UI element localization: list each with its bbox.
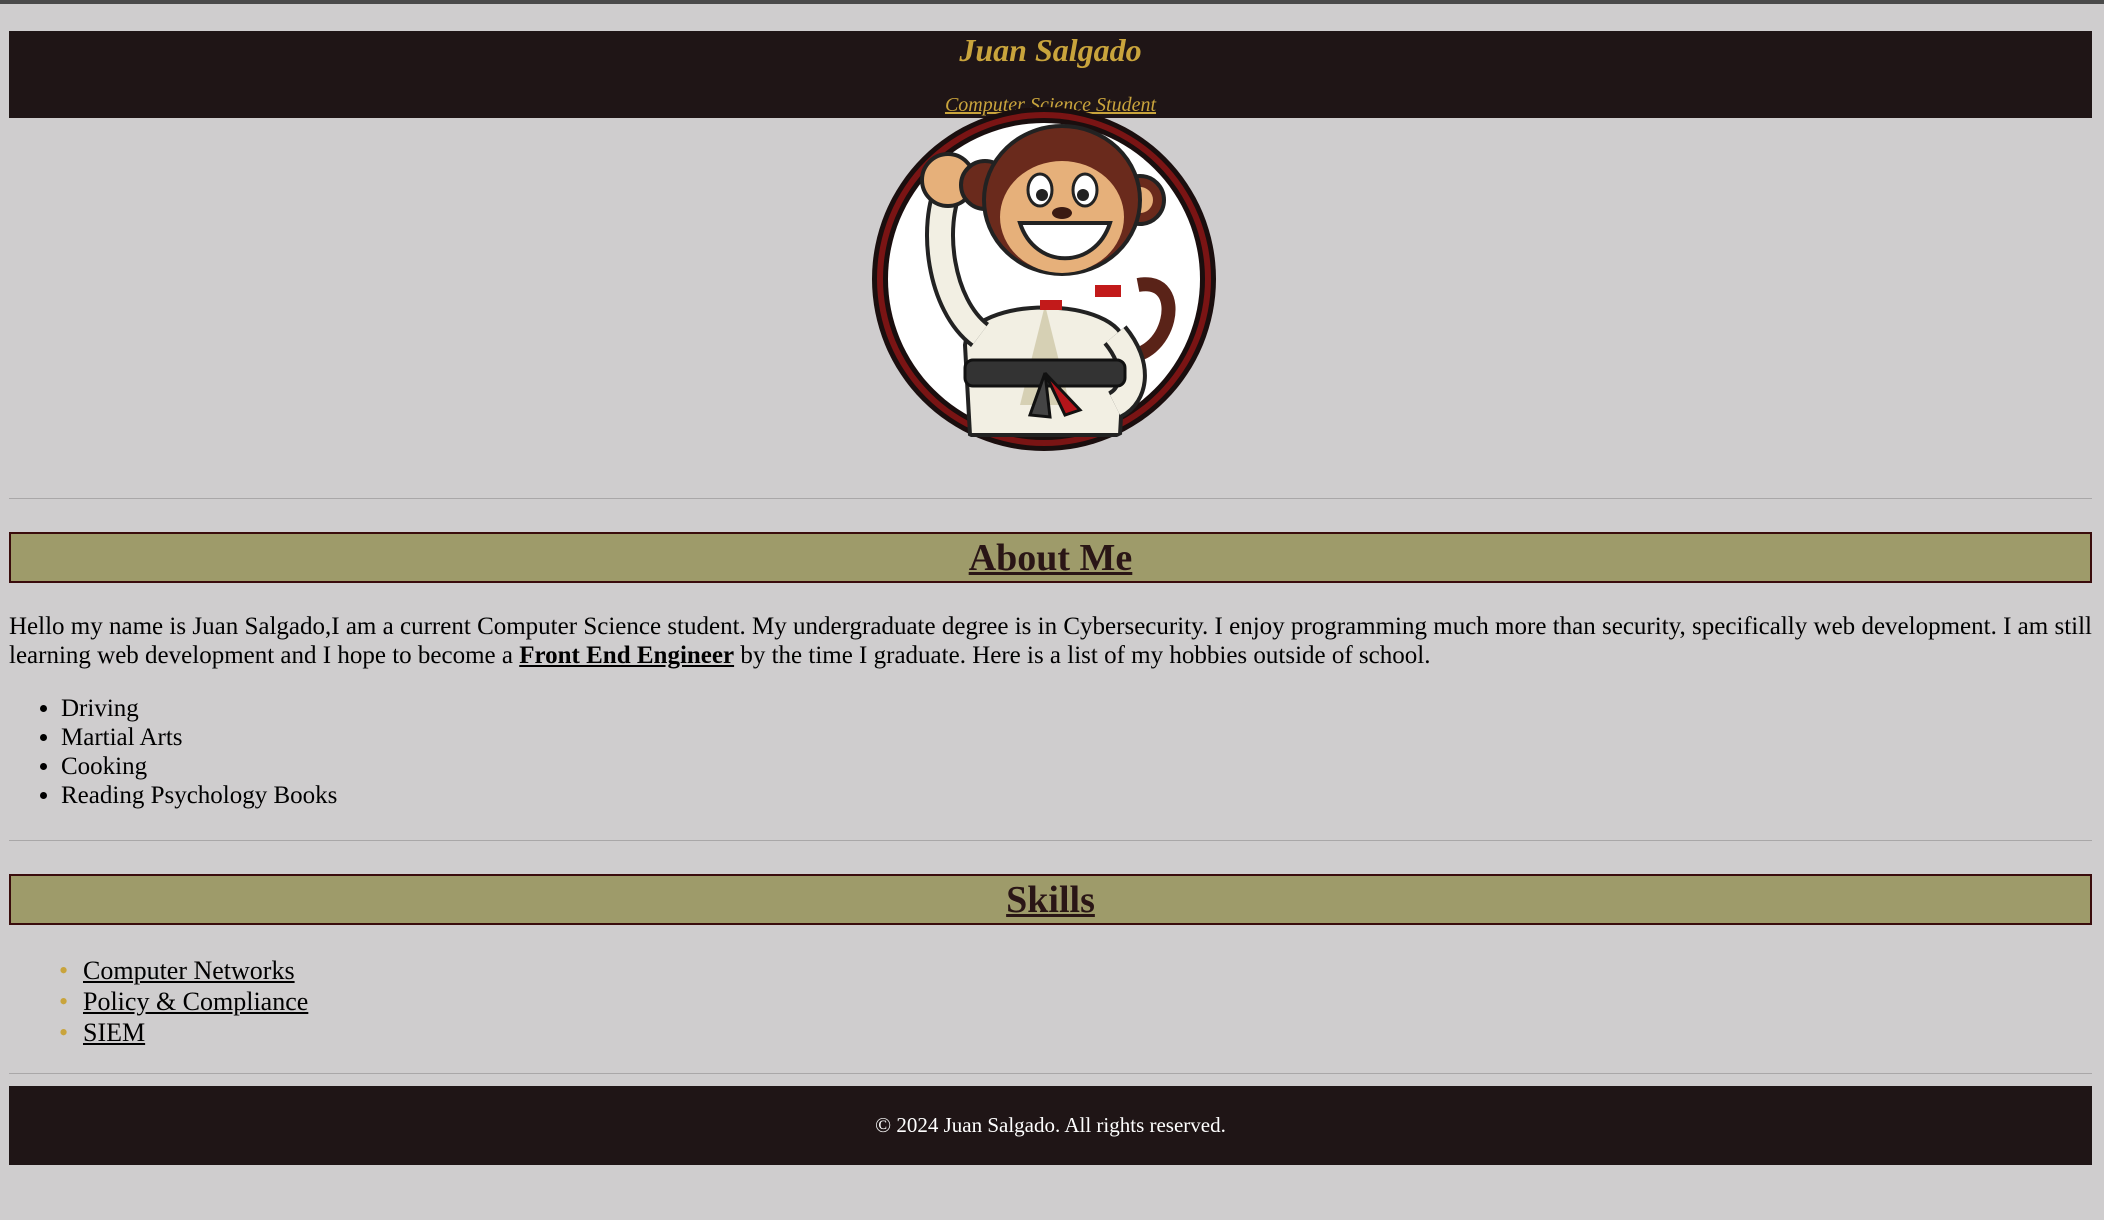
skills-heading-bar: Skills bbox=[9, 874, 2092, 925]
skills-heading: Skills bbox=[1006, 879, 1095, 921]
skill-link-computer-networks[interactable]: Computer Networks bbox=[83, 956, 295, 985]
skill-link-policy-compliance[interactable]: Policy & Compliance bbox=[83, 987, 308, 1016]
front-end-engineer-highlight: Front End Engineer bbox=[519, 642, 735, 669]
about-paragraph: Hello my name is Juan Salgado,I am a cur… bbox=[9, 612, 2092, 670]
site-title: Juan Salgado bbox=[959, 32, 1142, 68]
avatar bbox=[872, 107, 1216, 451]
site-footer: © 2024 Juan Salgado. All rights reserved… bbox=[9, 1086, 2092, 1165]
list-item: Policy & Compliance bbox=[59, 986, 308, 1017]
divider bbox=[9, 498, 2092, 499]
about-text-after: by the time I graduate. Here is a list o… bbox=[734, 642, 1431, 669]
list-item: Reading Psychology Books bbox=[61, 781, 337, 810]
about-heading: About Me bbox=[968, 537, 1133, 579]
browser-top-edge bbox=[0, 0, 2104, 4]
list-item: Computer Networks bbox=[59, 955, 308, 986]
divider bbox=[9, 1073, 2092, 1074]
list-item: Cooking bbox=[61, 752, 337, 781]
list-item: Martial Arts bbox=[61, 723, 337, 752]
copyright-text: © 2024 Juan Salgado. All rights reserved… bbox=[875, 1113, 1226, 1137]
list-item: Driving bbox=[61, 694, 337, 723]
divider bbox=[9, 840, 2092, 841]
skill-link-siem[interactable]: SIEM bbox=[83, 1018, 145, 1047]
list-item: SIEM bbox=[59, 1017, 308, 1048]
about-heading-bar: About Me bbox=[9, 532, 2092, 583]
hobbies-list: Driving Martial Arts Cooking Reading Psy… bbox=[9, 694, 337, 810]
skills-list: Computer Networks Policy & Compliance SI… bbox=[9, 955, 308, 1048]
